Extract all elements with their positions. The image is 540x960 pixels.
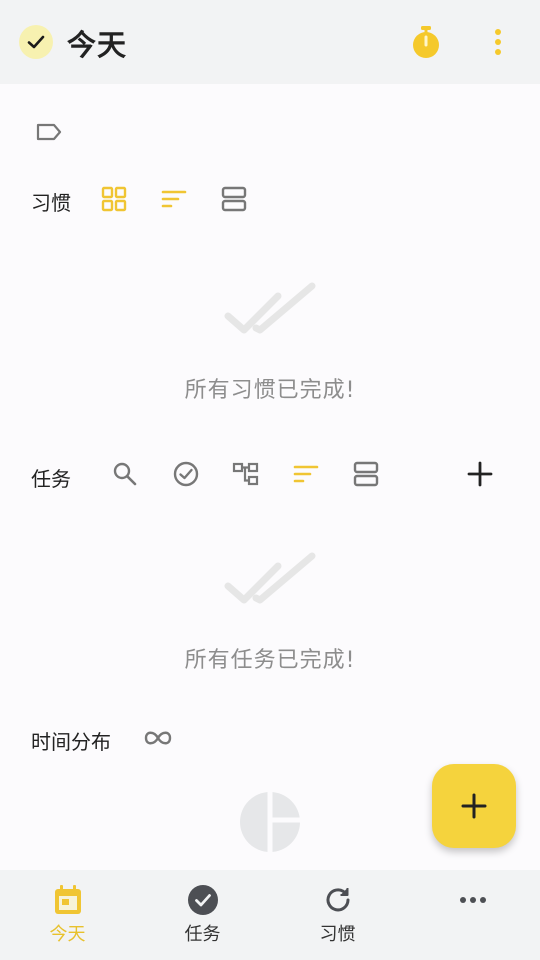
nav-label-tasks: 任务 <box>184 924 221 945</box>
hierarchy-icon[interactable] <box>229 457 263 491</box>
list-view-icon[interactable] <box>217 182 251 216</box>
list-view-icon[interactable] <box>349 457 383 491</box>
infinity-icon[interactable] <box>141 721 175 755</box>
tag-icon[interactable] <box>34 120 64 144</box>
search-icon[interactable] <box>108 457 142 491</box>
nav-label-habits: 习惯 <box>319 924 356 945</box>
habits-section-label: 习惯 <box>31 191 71 215</box>
app-bar: 今天 <box>0 0 540 84</box>
sort-icon[interactable] <box>289 457 323 491</box>
check-circle-outline-icon[interactable] <box>169 457 203 491</box>
add-task-icon[interactable] <box>463 457 497 491</box>
calendar-icon <box>51 883 85 917</box>
bottom-navigation: 今天 任务 习惯 <box>0 870 540 960</box>
double-check-icon <box>220 282 320 342</box>
more-vertical-icon[interactable] <box>484 24 512 60</box>
add-fab-button[interactable] <box>432 764 516 848</box>
check-circle-icon <box>186 883 220 917</box>
nav-item-today[interactable]: 今天 <box>0 870 135 960</box>
refresh-icon <box>321 883 355 917</box>
time-distribution-label: 时间分布 <box>31 730 111 754</box>
nav-item-habits[interactable]: 习惯 <box>270 870 405 960</box>
pie-chart-icon <box>239 791 301 853</box>
more-horizontal-icon <box>456 883 490 917</box>
plus-icon <box>461 793 487 819</box>
nav-item-tasks[interactable]: 任务 <box>135 870 270 960</box>
stopwatch-icon[interactable] <box>409 24 443 60</box>
app-logo-check-icon <box>19 25 53 59</box>
tasks-section-label: 任务 <box>31 467 71 491</box>
nav-item-more[interactable] <box>405 870 540 960</box>
double-check-icon <box>220 552 320 612</box>
habits-empty-message: 所有习惯已完成! <box>184 378 356 403</box>
page-title: 今天 <box>67 28 128 62</box>
grid-view-icon[interactable] <box>97 182 131 216</box>
nav-label-today: 今天 <box>49 924 86 945</box>
sort-icon[interactable] <box>157 182 191 216</box>
tasks-empty-message: 所有任务已完成! <box>184 648 356 673</box>
